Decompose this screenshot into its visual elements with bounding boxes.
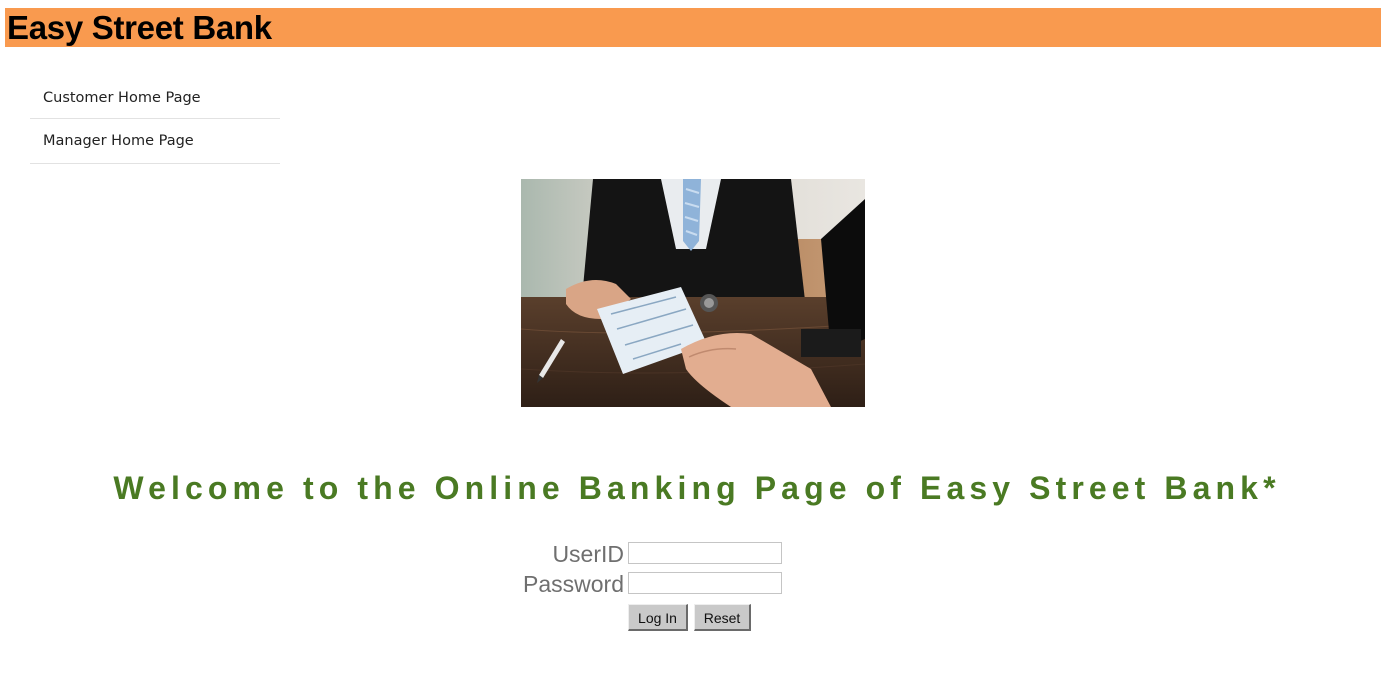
userid-label: UserID: [552, 541, 624, 567]
sidebar-item-customer-home[interactable]: Customer Home Page: [30, 75, 280, 119]
welcome-heading: Welcome to the Online Banking Page of Ea…: [113, 470, 1281, 506]
header-bar: Easy Street Bank: [5, 8, 1381, 47]
reset-button[interactable]: Reset: [694, 604, 751, 631]
hero-image: [521, 179, 865, 407]
password-label: Password: [523, 571, 624, 597]
login-button[interactable]: Log In: [628, 604, 688, 631]
userid-input[interactable]: [628, 542, 782, 564]
sidebar-nav: Customer Home Page Manager Home Page: [30, 75, 280, 164]
sidebar-item-manager-home[interactable]: Manager Home Page: [30, 119, 280, 164]
password-input[interactable]: [628, 572, 782, 594]
bank-title: Easy Street Bank: [7, 9, 272, 46]
